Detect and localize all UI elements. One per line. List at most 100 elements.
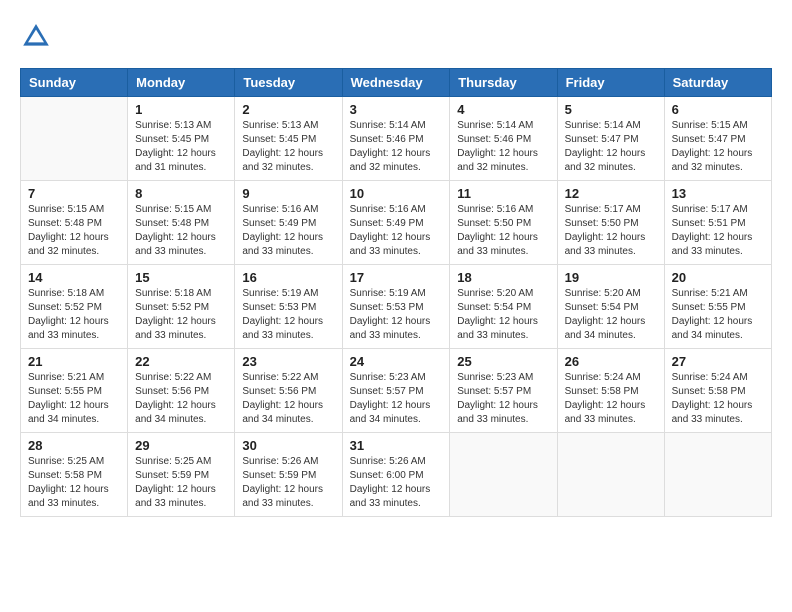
day-info: Sunrise: 5:25 AM Sunset: 5:59 PM Dayligh… xyxy=(135,455,227,511)
day-number: 23 xyxy=(242,354,334,369)
day-cell: 30 Sunrise: 5:26 AM Sunset: 5:59 PM Dayli… xyxy=(235,433,342,517)
day-cell: 13 Sunrise: 5:17 AM Sunset: 5:51 PM Dayli… xyxy=(664,181,771,265)
day-info: Sunrise: 5:14 AM Sunset: 5:46 PM Dayligh… xyxy=(350,119,443,175)
day-info: Sunrise: 5:19 AM Sunset: 5:53 PM Dayligh… xyxy=(242,287,334,343)
day-cell: 12 Sunrise: 5:17 AM Sunset: 5:50 PM Dayli… xyxy=(557,181,664,265)
day-cell: 4 Sunrise: 5:14 AM Sunset: 5:46 PM Daylig… xyxy=(450,97,557,181)
day-info: Sunrise: 5:15 AM Sunset: 5:48 PM Dayligh… xyxy=(135,203,227,259)
day-number: 10 xyxy=(350,186,443,201)
day-cell: 8 Sunrise: 5:15 AM Sunset: 5:48 PM Daylig… xyxy=(128,181,235,265)
day-cell: 28Sunrise: 5:25 AM Sunset: 5:58 PM Dayli… xyxy=(21,433,128,517)
day-number: 16 xyxy=(242,270,334,285)
day-cell: 18Sunrise: 5:20 AM Sunset: 5:54 PM Dayli… xyxy=(450,265,557,349)
day-cell: 5Sunrise: 5:14 AM Sunset: 5:47 PM Daylig… xyxy=(557,97,664,181)
day-cell: 25 Sunrise: 5:23 AM Sunset: 5:57 PM Dayli… xyxy=(450,349,557,433)
day-cell xyxy=(21,97,128,181)
day-number: 5 xyxy=(565,102,657,117)
day-number: 24 xyxy=(350,354,443,369)
day-info: Sunrise: 5:26 AM Sunset: 5:59 PM Dayligh… xyxy=(242,455,334,511)
day-cell: 26 Sunrise: 5:24 AM Sunset: 5:58 PM Dayli… xyxy=(557,349,664,433)
day-number: 11 xyxy=(457,186,549,201)
day-number: 6 xyxy=(672,102,764,117)
calendar-table: SundayMondayTuesdayWednesdayThursdayFrid… xyxy=(20,68,772,517)
day-info: Sunrise: 5:13 AM Sunset: 5:45 PM Dayligh… xyxy=(135,119,227,175)
day-number: 9 xyxy=(242,186,334,201)
day-info: Sunrise: 5:21 AM Sunset: 5:55 PM Dayligh… xyxy=(672,287,764,343)
day-cell: 29 Sunrise: 5:25 AM Sunset: 5:59 PM Dayli… xyxy=(128,433,235,517)
logo-icon xyxy=(20,20,52,52)
column-header-monday: Monday xyxy=(128,69,235,97)
day-info: Sunrise: 5:18 AM Sunset: 5:52 PM Dayligh… xyxy=(28,287,120,343)
day-number: 29 xyxy=(135,438,227,453)
column-header-wednesday: Wednesday xyxy=(342,69,450,97)
week-row-3: 14Sunrise: 5:18 AM Sunset: 5:52 PM Dayli… xyxy=(21,265,772,349)
day-cell: 10 Sunrise: 5:16 AM Sunset: 5:49 PM Dayli… xyxy=(342,181,450,265)
day-number: 19 xyxy=(565,270,657,285)
day-cell: 2 Sunrise: 5:13 AM Sunset: 5:45 PM Daylig… xyxy=(235,97,342,181)
day-number: 1 xyxy=(135,102,227,117)
day-cell: 16 Sunrise: 5:19 AM Sunset: 5:53 PM Dayli… xyxy=(235,265,342,349)
day-cell: 19 Sunrise: 5:20 AM Sunset: 5:54 PM Dayli… xyxy=(557,265,664,349)
day-info: Sunrise: 5:16 AM Sunset: 5:50 PM Dayligh… xyxy=(457,203,549,259)
page-header xyxy=(20,20,772,52)
day-number: 27 xyxy=(672,354,764,369)
column-header-saturday: Saturday xyxy=(664,69,771,97)
day-cell xyxy=(450,433,557,517)
day-info: Sunrise: 5:17 AM Sunset: 5:51 PM Dayligh… xyxy=(672,203,764,259)
day-cell: 24Sunrise: 5:23 AM Sunset: 5:57 PM Dayli… xyxy=(342,349,450,433)
day-number: 12 xyxy=(565,186,657,201)
header-row: SundayMondayTuesdayWednesdayThursdayFrid… xyxy=(21,69,772,97)
week-row-2: 7 Sunrise: 5:15 AM Sunset: 5:48 PM Daylig… xyxy=(21,181,772,265)
day-cell: 14Sunrise: 5:18 AM Sunset: 5:52 PM Dayli… xyxy=(21,265,128,349)
day-info: Sunrise: 5:15 AM Sunset: 5:47 PM Dayligh… xyxy=(672,119,764,175)
day-cell: 15Sunrise: 5:18 AM Sunset: 5:52 PM Dayli… xyxy=(128,265,235,349)
day-number: 26 xyxy=(565,354,657,369)
day-info: Sunrise: 5:15 AM Sunset: 5:48 PM Dayligh… xyxy=(28,203,120,259)
day-number: 25 xyxy=(457,354,549,369)
day-info: Sunrise: 5:13 AM Sunset: 5:45 PM Dayligh… xyxy=(242,119,334,175)
day-info: Sunrise: 5:17 AM Sunset: 5:50 PM Dayligh… xyxy=(565,203,657,259)
day-number: 17 xyxy=(350,270,443,285)
day-cell: 6 Sunrise: 5:15 AM Sunset: 5:47 PM Daylig… xyxy=(664,97,771,181)
day-info: Sunrise: 5:24 AM Sunset: 5:58 PM Dayligh… xyxy=(565,371,657,427)
day-number: 15 xyxy=(135,270,227,285)
day-number: 22 xyxy=(135,354,227,369)
day-cell xyxy=(557,433,664,517)
column-header-friday: Friday xyxy=(557,69,664,97)
day-cell: 22 Sunrise: 5:22 AM Sunset: 5:56 PM Dayli… xyxy=(128,349,235,433)
week-row-1: 1 Sunrise: 5:13 AM Sunset: 5:45 PM Daylig… xyxy=(21,97,772,181)
day-number: 7 xyxy=(28,186,120,201)
day-cell: 11 Sunrise: 5:16 AM Sunset: 5:50 PM Dayli… xyxy=(450,181,557,265)
week-row-5: 28Sunrise: 5:25 AM Sunset: 5:58 PM Dayli… xyxy=(21,433,772,517)
day-cell: 9Sunrise: 5:16 AM Sunset: 5:49 PM Daylig… xyxy=(235,181,342,265)
day-info: Sunrise: 5:26 AM Sunset: 6:00 PM Dayligh… xyxy=(350,455,443,511)
day-number: 4 xyxy=(457,102,549,117)
day-number: 20 xyxy=(672,270,764,285)
day-cell xyxy=(664,433,771,517)
day-number: 28 xyxy=(28,438,120,453)
day-cell: 31Sunrise: 5:26 AM Sunset: 6:00 PM Dayli… xyxy=(342,433,450,517)
logo xyxy=(20,20,58,52)
day-number: 21 xyxy=(28,354,120,369)
day-info: Sunrise: 5:16 AM Sunset: 5:49 PM Dayligh… xyxy=(350,203,443,259)
day-info: Sunrise: 5:22 AM Sunset: 5:56 PM Dayligh… xyxy=(135,371,227,427)
day-info: Sunrise: 5:14 AM Sunset: 5:46 PM Dayligh… xyxy=(457,119,549,175)
day-number: 30 xyxy=(242,438,334,453)
day-cell: 21 Sunrise: 5:21 AM Sunset: 5:55 PM Dayli… xyxy=(21,349,128,433)
day-cell: 1 Sunrise: 5:13 AM Sunset: 5:45 PM Daylig… xyxy=(128,97,235,181)
week-row-4: 21 Sunrise: 5:21 AM Sunset: 5:55 PM Dayli… xyxy=(21,349,772,433)
day-number: 3 xyxy=(350,102,443,117)
day-cell: 23Sunrise: 5:22 AM Sunset: 5:56 PM Dayli… xyxy=(235,349,342,433)
day-number: 8 xyxy=(135,186,227,201)
day-info: Sunrise: 5:19 AM Sunset: 5:53 PM Dayligh… xyxy=(350,287,443,343)
column-header-thursday: Thursday xyxy=(450,69,557,97)
day-cell: 27Sunrise: 5:24 AM Sunset: 5:58 PM Dayli… xyxy=(664,349,771,433)
day-info: Sunrise: 5:21 AM Sunset: 5:55 PM Dayligh… xyxy=(28,371,120,427)
day-info: Sunrise: 5:23 AM Sunset: 5:57 PM Dayligh… xyxy=(457,371,549,427)
column-header-sunday: Sunday xyxy=(21,69,128,97)
day-number: 18 xyxy=(457,270,549,285)
day-number: 13 xyxy=(672,186,764,201)
day-info: Sunrise: 5:20 AM Sunset: 5:54 PM Dayligh… xyxy=(565,287,657,343)
day-cell: 7 Sunrise: 5:15 AM Sunset: 5:48 PM Daylig… xyxy=(21,181,128,265)
day-number: 2 xyxy=(242,102,334,117)
